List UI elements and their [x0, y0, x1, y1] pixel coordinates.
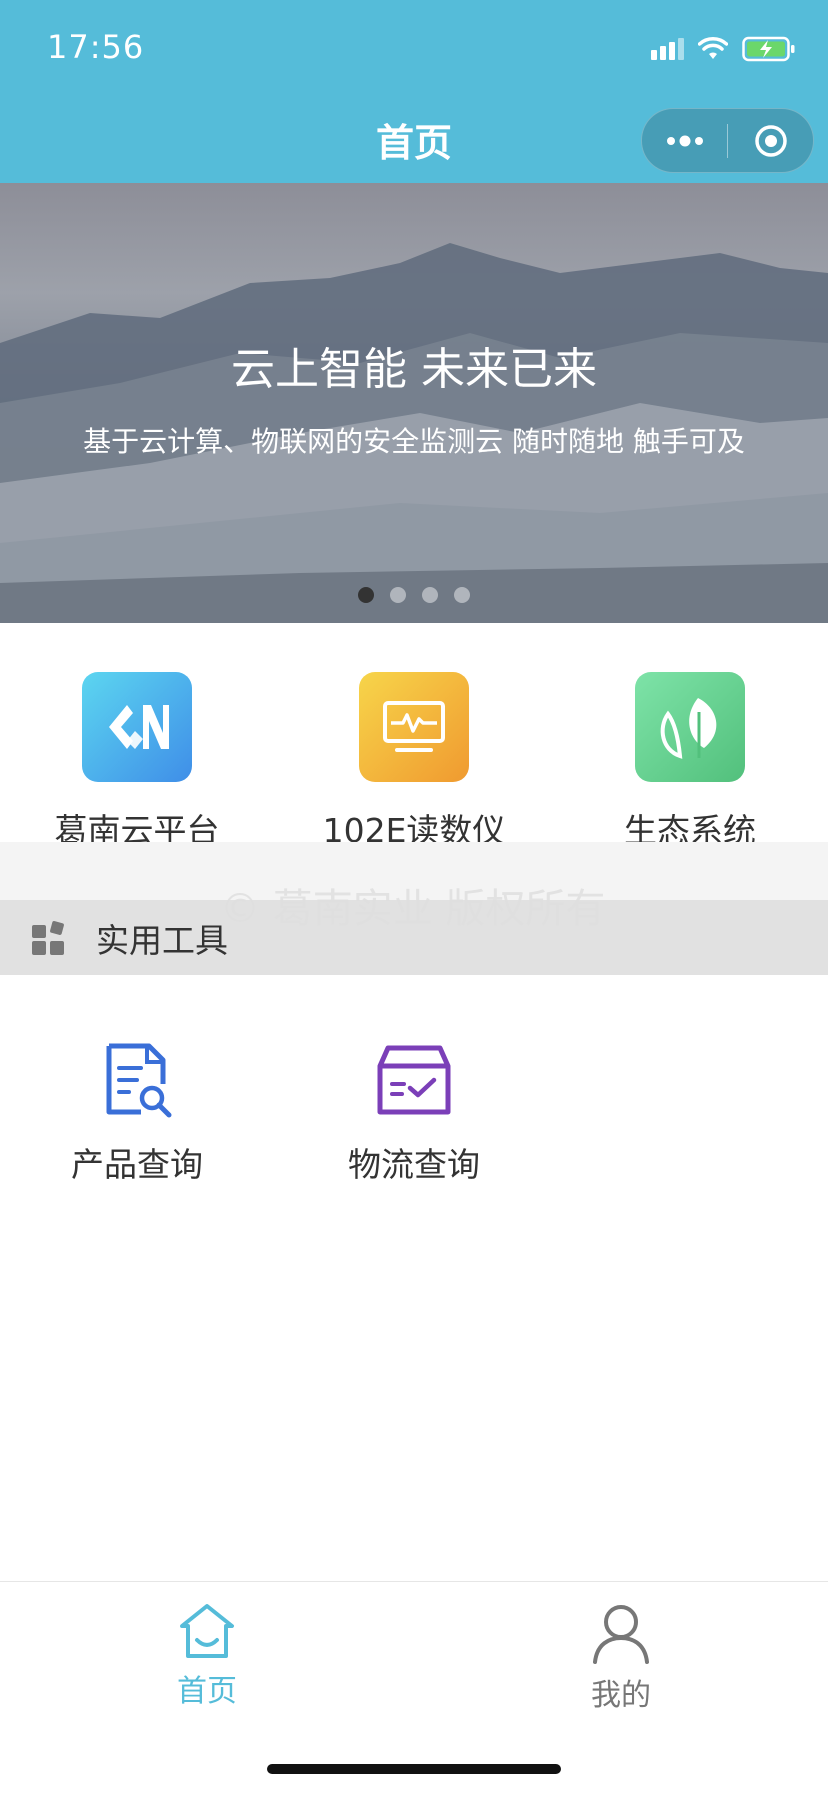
carousel-dot[interactable] [454, 587, 470, 603]
battery-charging-icon [742, 36, 795, 62]
box-check-icon [374, 1040, 454, 1120]
carousel-indicator [0, 587, 828, 603]
tool-label: 产品查询 [71, 1145, 203, 1184]
carousel-dot[interactable] [390, 587, 406, 603]
banner-subtitle: 基于云计算、物联网的安全监测云 随时随地 触手可及 [83, 425, 745, 458]
carousel-dot[interactable] [422, 587, 438, 603]
widgets-icon [32, 920, 66, 955]
tool-product-query[interactable]: 产品查询 [12, 1040, 262, 1186]
user-icon [593, 1605, 649, 1664]
section-title: 实用工具 [96, 920, 228, 960]
status-time: 17:56 [47, 28, 145, 66]
home-icon [180, 1604, 234, 1658]
tab-mine-label: 我的 [591, 1678, 651, 1713]
app-102e-reader[interactable]: 102E读数仪 [289, 672, 539, 852]
home-indicator[interactable] [267, 1764, 561, 1774]
banner-carousel[interactable]: 云上智能 未来已来 基于云计算、物联网的安全监测云 随时随地 触手可及 [0, 183, 828, 623]
wifi-icon [698, 37, 728, 59]
app-gn-cloud-platform[interactable]: 葛南云平台 [12, 672, 262, 852]
target-icon [754, 124, 787, 157]
more-button[interactable] [642, 109, 727, 172]
gn-logo-icon [82, 672, 192, 782]
tab-bar: 首页 我的 [0, 1581, 828, 1793]
carousel-dot[interactable] [358, 587, 374, 603]
banner-title: 云上智能 未来已来 [231, 344, 597, 395]
mountain-background [0, 243, 828, 623]
tool-label: 物流查询 [348, 1145, 480, 1184]
tab-home-label: 首页 [177, 1674, 237, 1709]
more-dots-icon [666, 135, 703, 146]
leaf-icon [635, 672, 745, 782]
document-search-icon [97, 1040, 177, 1120]
mini-program-capsule [641, 108, 814, 173]
tool-logistics-query[interactable]: 物流查询 [289, 1040, 539, 1186]
tab-mine[interactable]: 我的 [521, 1602, 721, 1714]
app-ecosystem[interactable]: 生态系统 [565, 672, 815, 852]
close-button[interactable] [728, 109, 813, 172]
tab-home[interactable]: 首页 [107, 1602, 307, 1710]
signal-icon [651, 38, 684, 60]
section-header-tools: 实用工具 [0, 900, 828, 975]
monitor-pulse-icon [359, 672, 469, 782]
status-icons [651, 34, 796, 64]
